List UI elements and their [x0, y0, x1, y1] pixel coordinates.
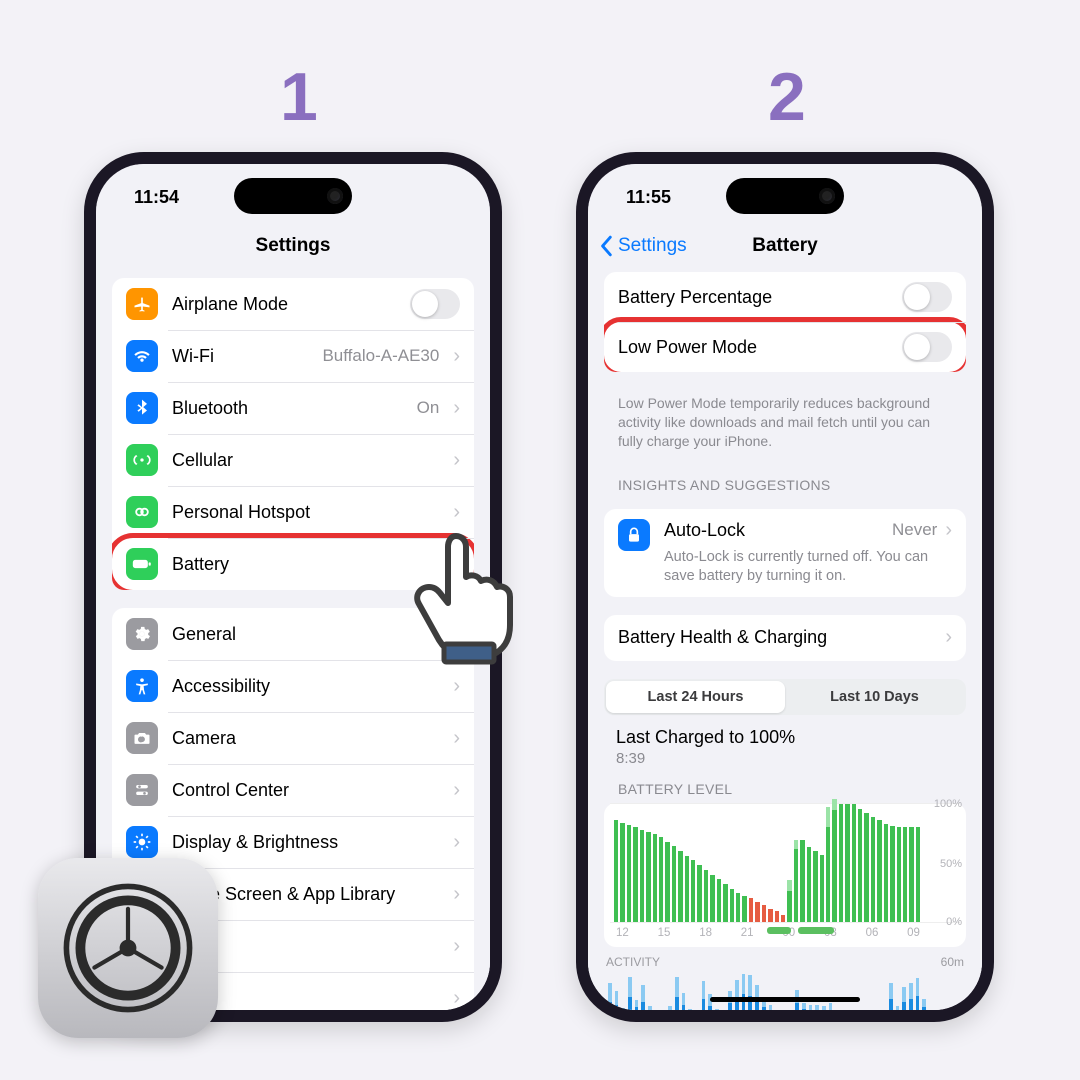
row-wifi[interactable]: Wi-Fi Buffalo-A-AE30 ›: [112, 330, 474, 382]
wifi-icon: [126, 340, 158, 372]
airplane-icon: [126, 288, 158, 320]
row-airplane-mode[interactable]: Airplane Mode: [112, 278, 474, 330]
y-label-0: 0%: [946, 916, 962, 928]
camera-dot: [327, 188, 343, 204]
row-bluetooth[interactable]: Bluetooth On ›: [112, 382, 474, 434]
row-label: Airplane Mode: [172, 294, 396, 315]
chevron-right-icon: ›: [453, 831, 460, 854]
battery-level-chart: 100% 50% 0% 1215182100030609: [604, 803, 966, 947]
row-label: Personal Hotspot: [172, 502, 439, 523]
auto-lock-note: Auto-Lock is currently turned off. You c…: [664, 548, 952, 587]
nav-bar: Settings: [96, 224, 490, 268]
row-label: Display & Brightness: [172, 832, 439, 853]
cellular-icon: [126, 444, 158, 476]
y-label-50: 50%: [940, 858, 962, 870]
battery-icon: [126, 548, 158, 580]
last-charged-title: Last Charged to 100%: [616, 727, 954, 748]
chevron-right-icon: ›: [453, 987, 460, 1010]
row-battery-percentage[interactable]: Battery Percentage: [604, 272, 966, 322]
chevron-right-icon: ›: [453, 397, 460, 420]
home-indicator[interactable]: [710, 997, 860, 1002]
hotspot-icon: [126, 496, 158, 528]
camera-icon: [126, 722, 158, 754]
row-control-center[interactable]: Control Center ›: [112, 764, 474, 816]
pointer-hand-icon: [404, 520, 524, 670]
page-title: Battery: [752, 235, 817, 257]
status-bar: 11:55: [588, 164, 982, 218]
row-label: Cellular: [172, 450, 439, 471]
status-time: 11:54: [134, 187, 179, 208]
airplane-toggle[interactable]: [410, 289, 460, 319]
chevron-right-icon: ›: [453, 727, 460, 750]
row-label: Accessibility: [172, 676, 439, 697]
lock-icon: [618, 519, 650, 551]
row-low-power-mode[interactable]: Low Power Mode: [604, 317, 966, 372]
y-label-100: 100%: [934, 798, 962, 810]
low-power-mode-toggle[interactable]: [902, 332, 952, 362]
camera-dot: [819, 188, 835, 204]
chevron-right-icon: ›: [453, 883, 460, 906]
nav-bar: Settings Battery: [588, 224, 982, 268]
step-number-2: 2: [768, 58, 806, 136]
row-label: Control Center: [172, 780, 439, 801]
control-center-icon: [126, 774, 158, 806]
row-label: Auto-Lock: [664, 520, 892, 541]
brightness-icon: [126, 826, 158, 858]
row-camera[interactable]: Camera ›: [112, 712, 474, 764]
last-charged-time: 8:39: [616, 750, 954, 767]
usage-range-segmented[interactable]: Last 24 Hours Last 10 Days: [604, 679, 966, 715]
section-header-insights: INSIGHTS AND SUGGESTIONS: [588, 461, 982, 499]
bluetooth-icon: [126, 392, 158, 424]
step-number-1: 1: [280, 58, 318, 136]
battery-level-header: BATTERY LEVEL: [588, 767, 982, 803]
page-title: Settings: [256, 235, 331, 257]
row-label: Battery Health & Charging: [618, 627, 931, 648]
activity-y-label: 60m: [941, 955, 964, 969]
segment-last-24h[interactable]: Last 24 Hours: [606, 681, 785, 713]
chevron-right-icon: ›: [945, 626, 952, 649]
row-label: Bluetooth: [172, 398, 403, 419]
chevron-right-icon: ›: [453, 449, 460, 472]
low-power-mode-description: Low Power Mode temporarily reduces backg…: [588, 390, 982, 461]
row-label: General: [172, 624, 439, 645]
row-value: On: [417, 398, 440, 418]
status-time: 11:55: [626, 187, 671, 208]
chevron-right-icon: ›: [453, 675, 460, 698]
row-label: Low Power Mode: [618, 337, 888, 358]
battery-percentage-toggle[interactable]: [902, 282, 952, 312]
back-button[interactable]: Settings: [600, 224, 687, 268]
row-label: Battery: [172, 554, 439, 575]
accessibility-icon: [126, 670, 158, 702]
settings-app-icon: [38, 858, 218, 1038]
chevron-right-icon: ›: [453, 345, 460, 368]
row-label: Battery Percentage: [618, 287, 888, 308]
row-battery-health[interactable]: Battery Health & Charging ›: [604, 615, 966, 661]
row-cellular[interactable]: Cellular ›: [112, 434, 474, 486]
row-value: Buffalo-A-AE30: [322, 346, 439, 366]
status-bar: 11:54: [96, 164, 490, 218]
row-value: Never: [892, 520, 937, 540]
activity-header: ACTIVITY: [606, 955, 660, 969]
back-label: Settings: [618, 235, 687, 257]
chevron-right-icon: ›: [453, 779, 460, 802]
row-auto-lock[interactable]: Auto-Lock Never › Auto-Lock is currently…: [604, 509, 966, 597]
chevron-right-icon: ›: [945, 519, 952, 542]
gear-icon: [126, 618, 158, 650]
phone-2: 11:55 Settings: [576, 152, 994, 1022]
row-label: Camera: [172, 728, 439, 749]
row-label: Wi-Fi: [172, 346, 308, 367]
chevron-right-icon: ›: [453, 935, 460, 958]
segment-last-10d[interactable]: Last 10 Days: [785, 681, 964, 713]
